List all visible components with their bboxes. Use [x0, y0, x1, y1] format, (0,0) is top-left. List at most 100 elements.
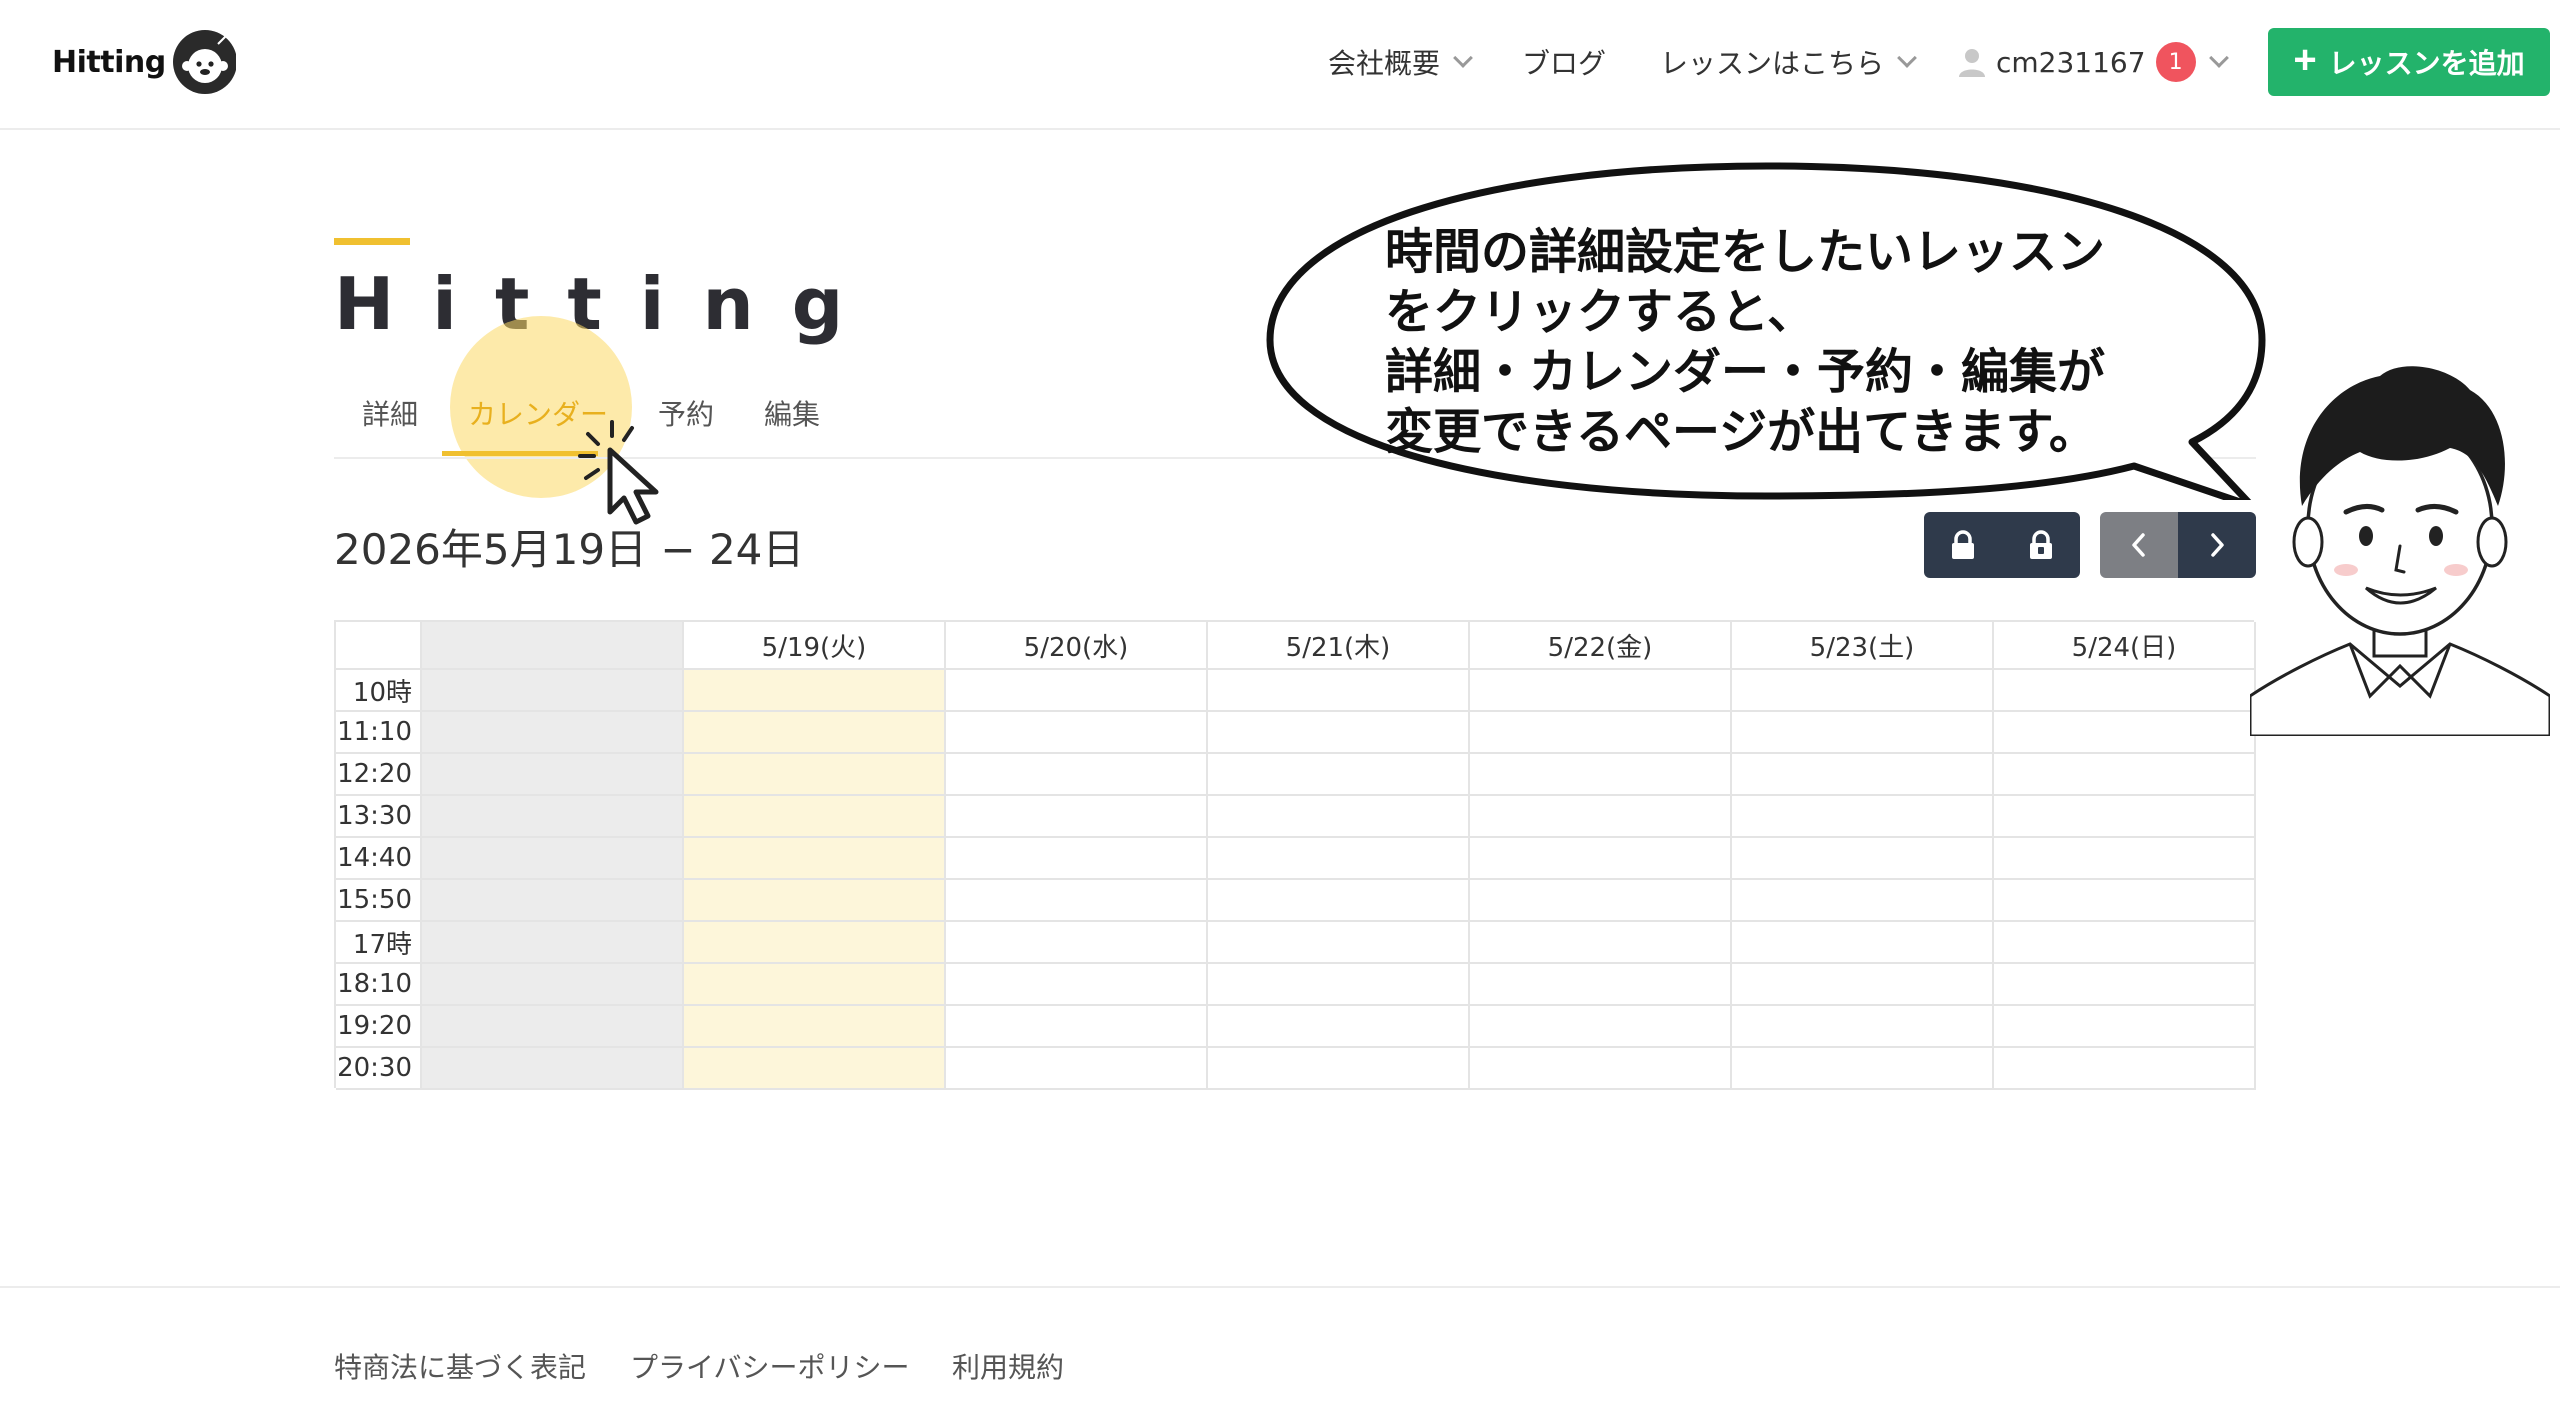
day-header: 5/23(土)	[1732, 622, 1994, 670]
footer-link-terms[interactable]: 利用規約	[952, 1346, 1064, 1386]
site-footer: 特商法に基づく表記 プライバシーポリシー 利用規約	[0, 1286, 2560, 1428]
time-slot[interactable]	[1470, 922, 1732, 964]
time-slot[interactable]	[684, 922, 946, 964]
time-slot[interactable]	[1732, 670, 1994, 712]
time-slot[interactable]	[1994, 796, 2256, 838]
time-slot[interactable]	[946, 1006, 1208, 1048]
time-slot[interactable]	[1732, 796, 1994, 838]
time-label: 14:40	[336, 838, 422, 880]
time-slot[interactable]	[1732, 712, 1994, 754]
callout-line: 変更できるページが出てきます。	[1385, 404, 2097, 460]
time-slot[interactable]	[684, 796, 946, 838]
time-slot[interactable]	[1470, 670, 1732, 712]
time-slot[interactable]	[1732, 838, 1994, 880]
tab-edit[interactable]: 編集	[764, 393, 820, 433]
blocked-slot	[422, 880, 684, 922]
blocked-slot	[422, 838, 684, 880]
time-slot[interactable]	[1470, 1048, 1732, 1090]
blocked-slot	[422, 964, 684, 1006]
time-slot[interactable]	[684, 838, 946, 880]
time-label: 11:10	[336, 712, 422, 754]
time-slot[interactable]	[1208, 670, 1470, 712]
time-slot[interactable]	[946, 1048, 1208, 1090]
time-slot[interactable]	[684, 670, 946, 712]
logo-text: Hitting	[52, 44, 166, 80]
time-slot[interactable]	[946, 712, 1208, 754]
time-slot[interactable]	[1208, 1048, 1470, 1090]
plus-icon: +	[2293, 38, 2317, 82]
time-slot[interactable]	[946, 754, 1208, 796]
time-slot[interactable]	[1208, 1006, 1470, 1048]
nav-company[interactable]: 会社概要	[1328, 36, 1473, 88]
time-slot[interactable]	[1994, 880, 2256, 922]
time-slot[interactable]	[1732, 964, 1994, 1006]
time-slot[interactable]	[1208, 712, 1470, 754]
time-label: 15:50	[336, 880, 422, 922]
time-slot[interactable]	[1208, 964, 1470, 1006]
site-logo[interactable]: Hitting	[52, 22, 236, 102]
footer-link-tokushoho[interactable]: 特商法に基づく表記	[334, 1346, 586, 1386]
time-slot[interactable]	[1994, 964, 2256, 1006]
week-nav-button-group	[2100, 512, 2256, 578]
time-slot[interactable]	[684, 1048, 946, 1090]
time-slot[interactable]	[1470, 754, 1732, 796]
time-slot[interactable]	[1994, 1048, 2256, 1090]
time-slot[interactable]	[1208, 796, 1470, 838]
day-header: 5/19(火)	[684, 622, 946, 670]
time-slot[interactable]	[1208, 880, 1470, 922]
week-calendar: 5/19(火) 5/20(水) 5/21(木) 5/22(金) 5/23(土) 5/24(…	[334, 620, 2256, 1090]
blocked-slot	[422, 796, 684, 838]
blocked-slot	[422, 670, 684, 712]
time-slot[interactable]	[1470, 838, 1732, 880]
time-slot[interactable]	[1732, 880, 1994, 922]
time-slot[interactable]	[1732, 1048, 1994, 1090]
time-slot[interactable]	[684, 1006, 946, 1048]
nav-user-menu[interactable]: cm231167 1	[1958, 36, 2229, 88]
prev-week-button[interactable]	[2100, 512, 2178, 578]
time-slot[interactable]	[1732, 1006, 1994, 1048]
time-slot[interactable]	[1732, 754, 1994, 796]
time-slot[interactable]	[1208, 922, 1470, 964]
time-slot[interactable]	[1994, 712, 2256, 754]
time-slot[interactable]	[1208, 838, 1470, 880]
time-slot[interactable]	[684, 880, 946, 922]
time-slot[interactable]	[946, 838, 1208, 880]
chevron-left-icon	[2132, 533, 2145, 557]
time-slot[interactable]	[1208, 754, 1470, 796]
time-slot[interactable]	[684, 712, 946, 754]
time-slot[interactable]	[1470, 712, 1732, 754]
callout-text: 時間の詳細設定をしたいレッスン をクリックすると、 詳細・カレンダー・予約・編集…	[1385, 222, 2105, 462]
time-slot[interactable]	[1994, 670, 2256, 712]
time-slot[interactable]	[946, 670, 1208, 712]
time-slot[interactable]	[946, 880, 1208, 922]
time-slot[interactable]	[1994, 838, 2256, 880]
time-slot[interactable]	[946, 922, 1208, 964]
time-slot[interactable]	[1470, 964, 1732, 1006]
nav-blog[interactable]: ブログ	[1522, 36, 1606, 88]
time-slot[interactable]	[1994, 922, 2256, 964]
time-slot[interactable]	[1994, 1006, 2256, 1048]
add-lesson-button[interactable]: + レッスンを追加	[2268, 28, 2550, 96]
time-slot[interactable]	[946, 796, 1208, 838]
lock-button[interactable]	[1924, 512, 2002, 578]
calendar-corner	[336, 622, 422, 670]
next-week-button[interactable]	[2178, 512, 2256, 578]
blocked-slot	[422, 754, 684, 796]
time-slot[interactable]	[684, 964, 946, 1006]
chevron-down-icon	[1897, 48, 1917, 68]
blocked-slot	[422, 1006, 684, 1048]
time-slot[interactable]	[1470, 1006, 1732, 1048]
time-slot[interactable]	[1994, 754, 2256, 796]
time-slot[interactable]	[1732, 922, 1994, 964]
time-slot[interactable]	[946, 964, 1208, 1006]
time-slot[interactable]	[1470, 796, 1732, 838]
notification-badge: 1	[2155, 42, 2196, 82]
time-slot[interactable]	[1470, 880, 1732, 922]
tab-details[interactable]: 詳細	[362, 393, 418, 433]
nav-lessons-label: レッスンはこちら	[1660, 47, 1885, 80]
time-slot[interactable]	[684, 754, 946, 796]
footer-link-privacy[interactable]: プライバシーポリシー	[630, 1346, 909, 1386]
nav-lessons[interactable]: レッスンはこちら	[1660, 36, 1917, 88]
callout-line: 詳細・カレンダー・予約・編集が	[1385, 344, 2106, 400]
unlock-button[interactable]	[2002, 512, 2080, 578]
